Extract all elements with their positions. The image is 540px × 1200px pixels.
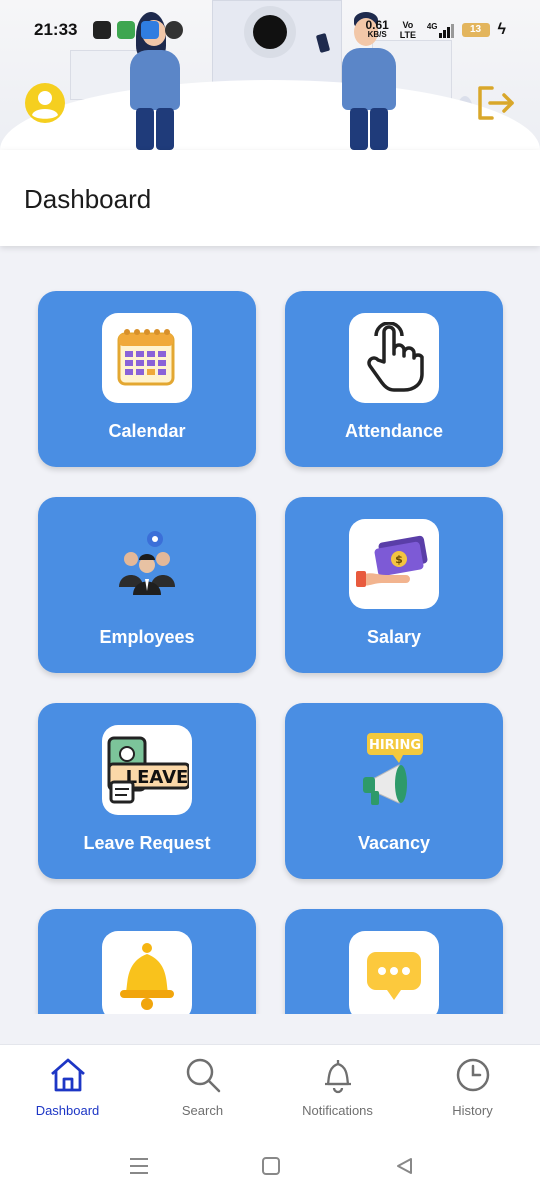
hiring-badge-text: HIRING	[369, 738, 421, 753]
card-label: Attendance	[344, 421, 443, 441]
cloud-icon	[165, 21, 184, 39]
notifications-card[interactable]	[38, 909, 256, 1014]
dashboard-grid: Calendar Attendance Employees $ Salary L…	[0, 248, 540, 1014]
home-icon	[50, 1058, 85, 1092]
nav-search[interactable]: Search	[135, 1055, 270, 1118]
salary-hand-money-icon: $	[349, 519, 439, 609]
camera-cutout	[244, 6, 296, 58]
card-label: Calendar	[108, 421, 186, 441]
menu-icon[interactable]	[128, 1156, 150, 1176]
volte-indicator: Vo LTE	[399, 20, 417, 40]
user-profile-icon[interactable]	[24, 82, 66, 124]
card-label: Leave Request	[83, 833, 211, 853]
back-icon[interactable]	[394, 1156, 414, 1176]
page-title: Dashboard	[24, 184, 152, 214]
nav-label: History	[452, 1103, 493, 1118]
clock-icon	[456, 1058, 489, 1092]
calendar-card[interactable]: Calendar	[38, 291, 256, 467]
app-notification-icon	[141, 21, 160, 39]
status-time: 21:33	[34, 20, 78, 39]
bottom-navigation: Dashboard Search Notifications History	[0, 1044, 540, 1130]
salary-card[interactable]: $ Salary	[285, 497, 503, 673]
card-label: Employees	[99, 627, 195, 647]
card-label: Vacancy	[357, 833, 431, 853]
status-right: 0.61 KB/S Vo LTE 4G 13 ϟ	[365, 18, 507, 40]
network-speed: 0.61 KB/S	[365, 18, 389, 39]
employees-card[interactable]: Employees	[38, 497, 256, 673]
nav-history[interactable]: History	[405, 1055, 540, 1118]
app-notification-icon	[117, 21, 136, 39]
leave-request-card[interactable]: LEAVE Leave Request	[38, 703, 256, 879]
page-header: Dashboard	[0, 150, 540, 246]
nav-notifications[interactable]: Notifications	[270, 1055, 405, 1118]
system-navigation-bar	[0, 1130, 540, 1200]
employees-group-icon	[102, 519, 192, 609]
status-notification-icons	[93, 21, 184, 39]
charging-icon: ϟ	[497, 21, 506, 38]
vacancy-card[interactable]: HIRING Vacancy	[285, 703, 503, 879]
card-label: Salary	[366, 627, 422, 647]
app-notification-icon	[93, 21, 112, 39]
leave-badge-icon: LEAVE	[102, 725, 192, 815]
pointing-hand-icon	[349, 313, 439, 403]
search-icon	[186, 1058, 220, 1093]
bell-outline-icon	[324, 1060, 351, 1094]
nav-label: Search	[181, 1103, 224, 1118]
chat-bubble-icon	[349, 931, 439, 1014]
svg-text:$: $	[395, 553, 403, 566]
nav-label: Notifications	[302, 1103, 373, 1118]
hiring-megaphone-icon: HIRING	[349, 725, 439, 815]
calendar-icon	[102, 313, 192, 403]
bell-icon	[102, 931, 192, 1014]
home-square-icon[interactable]	[261, 1156, 281, 1176]
leave-badge-text: LEAVE	[126, 767, 189, 788]
nav-dashboard[interactable]: Dashboard	[0, 1055, 135, 1118]
attendance-card[interactable]: Attendance	[285, 291, 503, 467]
nav-label: Dashboard	[35, 1103, 100, 1118]
signal-icon: 4G	[427, 22, 454, 38]
battery-icon: 13	[461, 23, 490, 37]
logout-icon[interactable]	[474, 82, 516, 124]
messages-card[interactable]	[285, 909, 503, 1014]
